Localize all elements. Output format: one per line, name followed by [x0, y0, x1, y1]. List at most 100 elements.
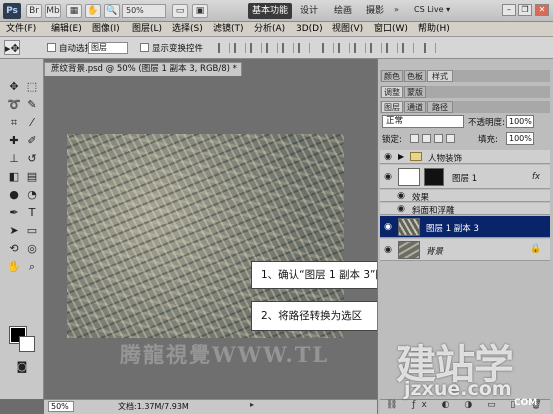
arrange-documents-icon[interactable]: ▭ [172, 4, 188, 18]
fx-icon[interactable]: fx [532, 172, 540, 182]
pen-tool-icon[interactable]: ✒ [6, 205, 22, 220]
tab-layers[interactable]: 图层 [381, 101, 403, 113]
workspace-photography[interactable]: 摄影 [366, 3, 384, 19]
type-tool-icon[interactable]: T [24, 205, 40, 220]
hand-icon[interactable]: ✋ [85, 4, 101, 18]
clone-stamp-tool-icon[interactable]: ⊥ [6, 151, 22, 166]
auto-select-checkbox[interactable] [47, 43, 56, 52]
zoom-tool-icon[interactable]: ⌕ [24, 259, 40, 274]
blur-tool-icon[interactable]: ● [6, 187, 22, 202]
blend-mode-select[interactable]: 正常 [382, 115, 464, 128]
restore-icon[interactable]: ❐ [518, 4, 532, 16]
fill-input[interactable]: 100% [506, 132, 534, 145]
layer-row-group[interactable]: ◉ ▶ 人物装饰 [380, 150, 550, 164]
dodge-tool-icon[interactable]: ◔ [24, 187, 40, 202]
auto-align-icon[interactable] [424, 43, 436, 53]
tab-channels[interactable]: 通道 [404, 101, 426, 113]
layer-row-background[interactable]: ◉ 背景 🔒 [380, 239, 550, 261]
zoom-level-select[interactable]: 50% [122, 4, 166, 18]
brush-tool-icon[interactable]: ✐ [24, 133, 40, 148]
effect-bevel-row[interactable]: ◉ 斜面和浮雕 [380, 203, 550, 216]
screen-mode-icon[interactable]: ▣ [192, 4, 208, 18]
close-icon[interactable]: ✕ [535, 4, 549, 16]
auto-select-dropdown[interactable]: 图层 [88, 42, 128, 54]
effects-row[interactable]: ◉ 效果 [380, 190, 550, 203]
distribute-middle-icon[interactable] [338, 43, 350, 53]
healing-brush-tool-icon[interactable]: ✚ [6, 133, 22, 148]
workspace-essentials-button[interactable]: 基本功能 [248, 3, 292, 19]
lock-all-icon[interactable] [446, 134, 455, 143]
tab-paths[interactable]: 路径 [427, 101, 453, 113]
align-bottom-icon[interactable] [250, 43, 262, 53]
align-center-icon[interactable] [282, 43, 294, 53]
marquee-tool-icon[interactable]: ⬚ [24, 79, 40, 94]
distribute-left-icon[interactable] [370, 43, 382, 53]
align-middle-icon[interactable] [234, 43, 246, 53]
cs-live-button[interactable]: CS Live ▾ [414, 5, 450, 14]
align-top-icon[interactable] [218, 43, 230, 53]
layer-row-selected[interactable]: ◉ 图层 1 副本 3 [380, 216, 550, 238]
quick-mask-icon[interactable]: ◙ [14, 359, 30, 374]
distribute-top-icon[interactable] [322, 43, 334, 53]
lock-pixels-icon[interactable] [422, 134, 431, 143]
hand-tool-icon[interactable]: ✋ [6, 259, 22, 274]
workspace-design[interactable]: 设计 [300, 3, 318, 19]
move-tool-preset-icon[interactable]: ▸✥ [4, 40, 20, 55]
distribute-bottom-icon[interactable] [354, 43, 366, 53]
eraser-tool-icon[interactable]: ◧ [6, 169, 22, 184]
workspace-more-chevron-icon[interactable]: » [394, 5, 399, 14]
gradient-tool-icon[interactable]: ▤ [24, 169, 40, 184]
status-zoom-field[interactable]: 50% [48, 401, 74, 412]
effect-visibility-icon[interactable]: ◉ [396, 204, 406, 214]
lock-position-icon[interactable] [434, 134, 443, 143]
minibridge-icon[interactable]: Mb [45, 4, 61, 18]
distribute-right-icon[interactable] [402, 43, 414, 53]
zoom-tool-icon[interactable]: 🔍 [104, 4, 120, 18]
tab-masks[interactable]: 蒙版 [404, 86, 426, 98]
lock-transparency-icon[interactable] [410, 134, 419, 143]
menu-image[interactable]: 图像(I) [92, 23, 120, 36]
document-tab[interactable]: 蔗纹背景.psd @ 50% (图层 1 副本 3, RGB/8) * [44, 62, 242, 76]
minimize-icon[interactable]: – [502, 4, 516, 16]
guides-icon[interactable]: ▦ [66, 4, 82, 18]
move-tool-icon[interactable]: ✥ [6, 79, 22, 94]
opacity-input[interactable]: 100% [506, 115, 534, 128]
menu-window[interactable]: 窗口(W) [374, 23, 408, 36]
menu-filter[interactable]: 滤镜(T) [213, 23, 244, 36]
tab-adjustments[interactable]: 调整 [381, 86, 403, 98]
workspace-painting[interactable]: 绘画 [334, 3, 352, 19]
tab-styles[interactable]: 样式 [427, 70, 453, 82]
crop-tool-icon[interactable]: ⌗ [6, 115, 22, 130]
tab-swatches[interactable]: 色板 [404, 70, 426, 82]
3d-rotate-tool-icon[interactable]: ⟲ [6, 241, 22, 256]
menu-edit[interactable]: 编辑(E) [51, 23, 82, 36]
menu-3d[interactable]: 3D(D) [296, 23, 323, 36]
menu-analysis[interactable]: 分析(A) [254, 23, 285, 36]
distribute-center-icon[interactable] [386, 43, 398, 53]
quick-select-tool-icon[interactable]: ✎ [24, 97, 40, 112]
status-menu-arrow-icon[interactable]: ▸ [250, 400, 254, 409]
effect-visibility-icon[interactable]: ◉ [396, 191, 406, 201]
collapse-arrow-icon[interactable]: ▶ [398, 152, 404, 161]
menu-help[interactable]: 帮助(H) [418, 23, 450, 36]
3d-orbit-tool-icon[interactable]: ◎ [24, 241, 40, 256]
history-brush-tool-icon[interactable]: ↺ [24, 151, 40, 166]
menu-layer[interactable]: 图层(L) [132, 23, 162, 36]
tab-color[interactable]: 颜色 [381, 70, 403, 82]
rectangle-tool-icon[interactable]: ▭ [24, 223, 40, 238]
layer-row[interactable]: ◉ 图层 1 fx [380, 165, 550, 189]
menu-view[interactable]: 视图(V) [332, 23, 363, 36]
menu-file[interactable]: 文件(F) [6, 23, 36, 36]
visibility-icon[interactable]: ◉ [383, 245, 393, 255]
path-selection-tool-icon[interactable]: ➤ [6, 223, 22, 238]
menu-select[interactable]: 选择(S) [172, 23, 203, 36]
visibility-icon[interactable]: ◉ [383, 222, 393, 232]
show-transform-checkbox[interactable] [140, 43, 149, 52]
align-left-icon[interactable] [266, 43, 278, 53]
align-right-icon[interactable] [298, 43, 310, 53]
visibility-icon[interactable]: ◉ [383, 152, 393, 162]
visibility-icon[interactable]: ◉ [383, 172, 393, 182]
lasso-tool-icon[interactable]: ➰ [6, 97, 22, 112]
eyedropper-tool-icon[interactable]: ⁄ [24, 115, 40, 130]
background-color-swatch[interactable] [19, 336, 35, 352]
